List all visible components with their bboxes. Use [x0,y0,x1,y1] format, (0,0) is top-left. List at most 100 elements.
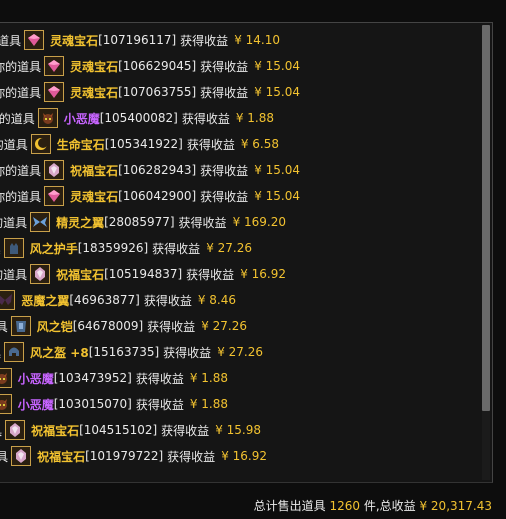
item-name-link[interactable]: 恶魔之翼 [21,292,69,309]
earn-amount: ¥ 6.58 [240,137,279,151]
row-prefix-text: 了你的道具 [0,189,42,204]
wind-helm-icon[interactable] [4,342,25,362]
item-name-link[interactable]: 小恶魔 [18,370,54,387]
earn-amount: ¥ 14.10 [234,33,280,47]
blessing-gem-icon[interactable] [44,160,65,180]
item-name-link[interactable]: 灵魂宝石 [70,188,118,205]
earn-label: 获得收益 [143,293,192,308]
total-income: ¥ 20,317.43 [419,499,492,513]
row-prefix-text: 的道具 [0,344,1,361]
sales-log-row: 道具恶魔之翼[46963877]获得收益¥ 8.46 [0,287,478,313]
item-id: [28085977] [104,215,175,229]
sales-log-row: 道具小恶魔[103015070]获得收益¥ 1.88 [0,391,478,417]
pink-gem-icon[interactable] [44,56,65,76]
row-prefix-text: 道具 [0,240,1,257]
imp-icon[interactable] [37,108,58,128]
earn-label: 获得收益 [135,397,184,412]
row-prefix-text: 了你的道具 [0,215,28,230]
item-name-link[interactable]: 小恶魔 [18,396,54,413]
earn-label: 获得收益 [200,59,249,74]
item-id: [18359926] [77,241,149,255]
row-prefix-text: 的道具 [0,422,2,439]
earn-label: 获得收益 [161,423,210,438]
sales-log-row: 了你的道具 祝福宝石[106282943]获得收益 ¥ 15.04 [0,157,478,183]
sales-log-row: 了你的道具 灵魂宝石[106042900]获得收益 ¥ 15.04 [0,183,478,209]
earn-label: 获得收益 [200,85,249,100]
item-name-link[interactable]: 灵魂宝石 [50,32,98,49]
pink-gem-icon[interactable] [24,30,45,50]
earn-label: 获得收益 [186,267,235,282]
row-prefix-text: 了你的道具 [0,163,42,178]
item-id: [103015070] [53,397,132,411]
item-id: [64678009] [72,319,144,333]
earn-label: 获得收益 [178,215,227,230]
item-id: [107063755] [118,85,197,99]
item-name-link[interactable]: 灵魂宝石 [70,84,118,101]
item-id: [46963877] [69,293,140,307]
earn-label: 获得收益 [200,189,249,204]
earn-amount: ¥ 27.26 [217,345,263,359]
pink-gem-icon[interactable] [44,186,65,206]
earn-label: 获得收益 [186,137,235,152]
blessing-gem-icon[interactable] [5,420,26,440]
earn-amount: ¥ 1.88 [189,397,228,411]
row-prefix-text: 的道具 [0,448,8,465]
sales-log-row: 了你的道具 精灵之翼[28085977]获得收益 ¥ 169.20 [0,209,478,235]
item-name-link[interactable]: 祝福宝石 [31,422,79,439]
imp-icon[interactable] [0,394,12,414]
earn-amount: ¥ 169.20 [232,215,286,229]
earn-amount: ¥ 15.04 [254,163,300,177]
sales-log-row: 道具 风之护手[18359926]获得收益 ¥ 27.26 [0,235,478,261]
item-name-link[interactable]: 祝福宝石 [56,266,104,283]
row-prefix-text: 你的道具 [0,59,42,74]
blessing-gem-icon[interactable] [30,264,51,284]
demon-wings-icon[interactable] [0,290,16,310]
row-prefix-text: 了你的道具 [0,267,28,282]
row-prefix-text: 了你的道具 [0,137,28,152]
summary-mid: 件,总收益 [363,499,416,513]
wind-gloves-icon[interactable] [3,238,24,258]
earn-amount: ¥ 16.92 [221,449,267,463]
earn-amount: ¥ 15.04 [254,59,300,73]
spirit-wings-icon[interactable] [30,212,51,232]
sales-summary: 总计售出道具 1260 件,总收益 ¥ 20,317.43 [254,497,492,514]
item-name-link[interactable]: 精灵之翼 [56,214,104,231]
row-prefix-text: 你的道具 [0,85,42,100]
row-prefix-text: 道具 [0,33,22,48]
sales-log-row: 你的道具 灵魂宝石[107063755]获得收益 ¥ 15.04 [0,79,478,105]
item-id: [105341922] [104,137,183,151]
pink-gem-icon[interactable] [44,82,65,102]
scrollbar[interactable] [482,25,490,480]
sales-log-row: 的道具 祝福宝石[101979722]获得收益 ¥ 16.92 [0,443,478,469]
item-id: [106629045] [118,59,197,73]
item-id: [107196117] [98,33,177,47]
sales-log-list: 道具灵魂宝石[107196117]获得收益¥ 14.10你的道具灵魂宝石[106… [0,27,478,469]
item-name-link[interactable]: 灵魂宝石 [70,58,118,75]
earn-amount: ¥ 16.92 [240,267,286,281]
item-name-link[interactable]: 祝福宝石 [70,162,118,179]
earn-label: 获得收益 [163,345,212,360]
item-name-link[interactable]: 风之铠 [37,318,73,335]
row-prefix-text: 的道具 [0,318,8,335]
earn-amount: ¥ 1.88 [235,111,274,125]
earn-amount: ¥ 15.04 [254,189,300,203]
summary-label: 总计售出道具 [253,499,326,513]
moon-icon[interactable] [30,134,51,154]
item-name-link[interactable]: 风之护手 [30,240,78,257]
item-name-link[interactable]: 祝福宝石 [37,448,85,465]
item-id: [106042900] [118,189,197,203]
imp-icon[interactable] [0,368,12,388]
earn-label: 获得收益 [135,371,184,386]
item-name-link[interactable]: 小恶魔 [64,110,100,127]
earn-amount: ¥ 27.26 [206,241,252,255]
item-id: [104515102] [79,423,158,437]
scrollbar-thumb[interactable] [482,25,490,411]
blessing-gem-icon[interactable] [11,446,32,466]
sales-log-panel: 道具灵魂宝石[107196117]获得收益¥ 14.10你的道具灵魂宝石[106… [0,22,493,483]
earn-amount: ¥ 8.46 [197,293,236,307]
item-name-link[interactable]: 生命宝石 [57,136,105,153]
sales-log-row: 道具小恶魔[103473952]获得收益¥ 1.88 [0,365,478,391]
item-id: [105194837] [104,267,183,281]
item-name-link[interactable]: 风之盔 +8 [30,344,89,361]
wind-armor-icon[interactable] [10,316,31,336]
